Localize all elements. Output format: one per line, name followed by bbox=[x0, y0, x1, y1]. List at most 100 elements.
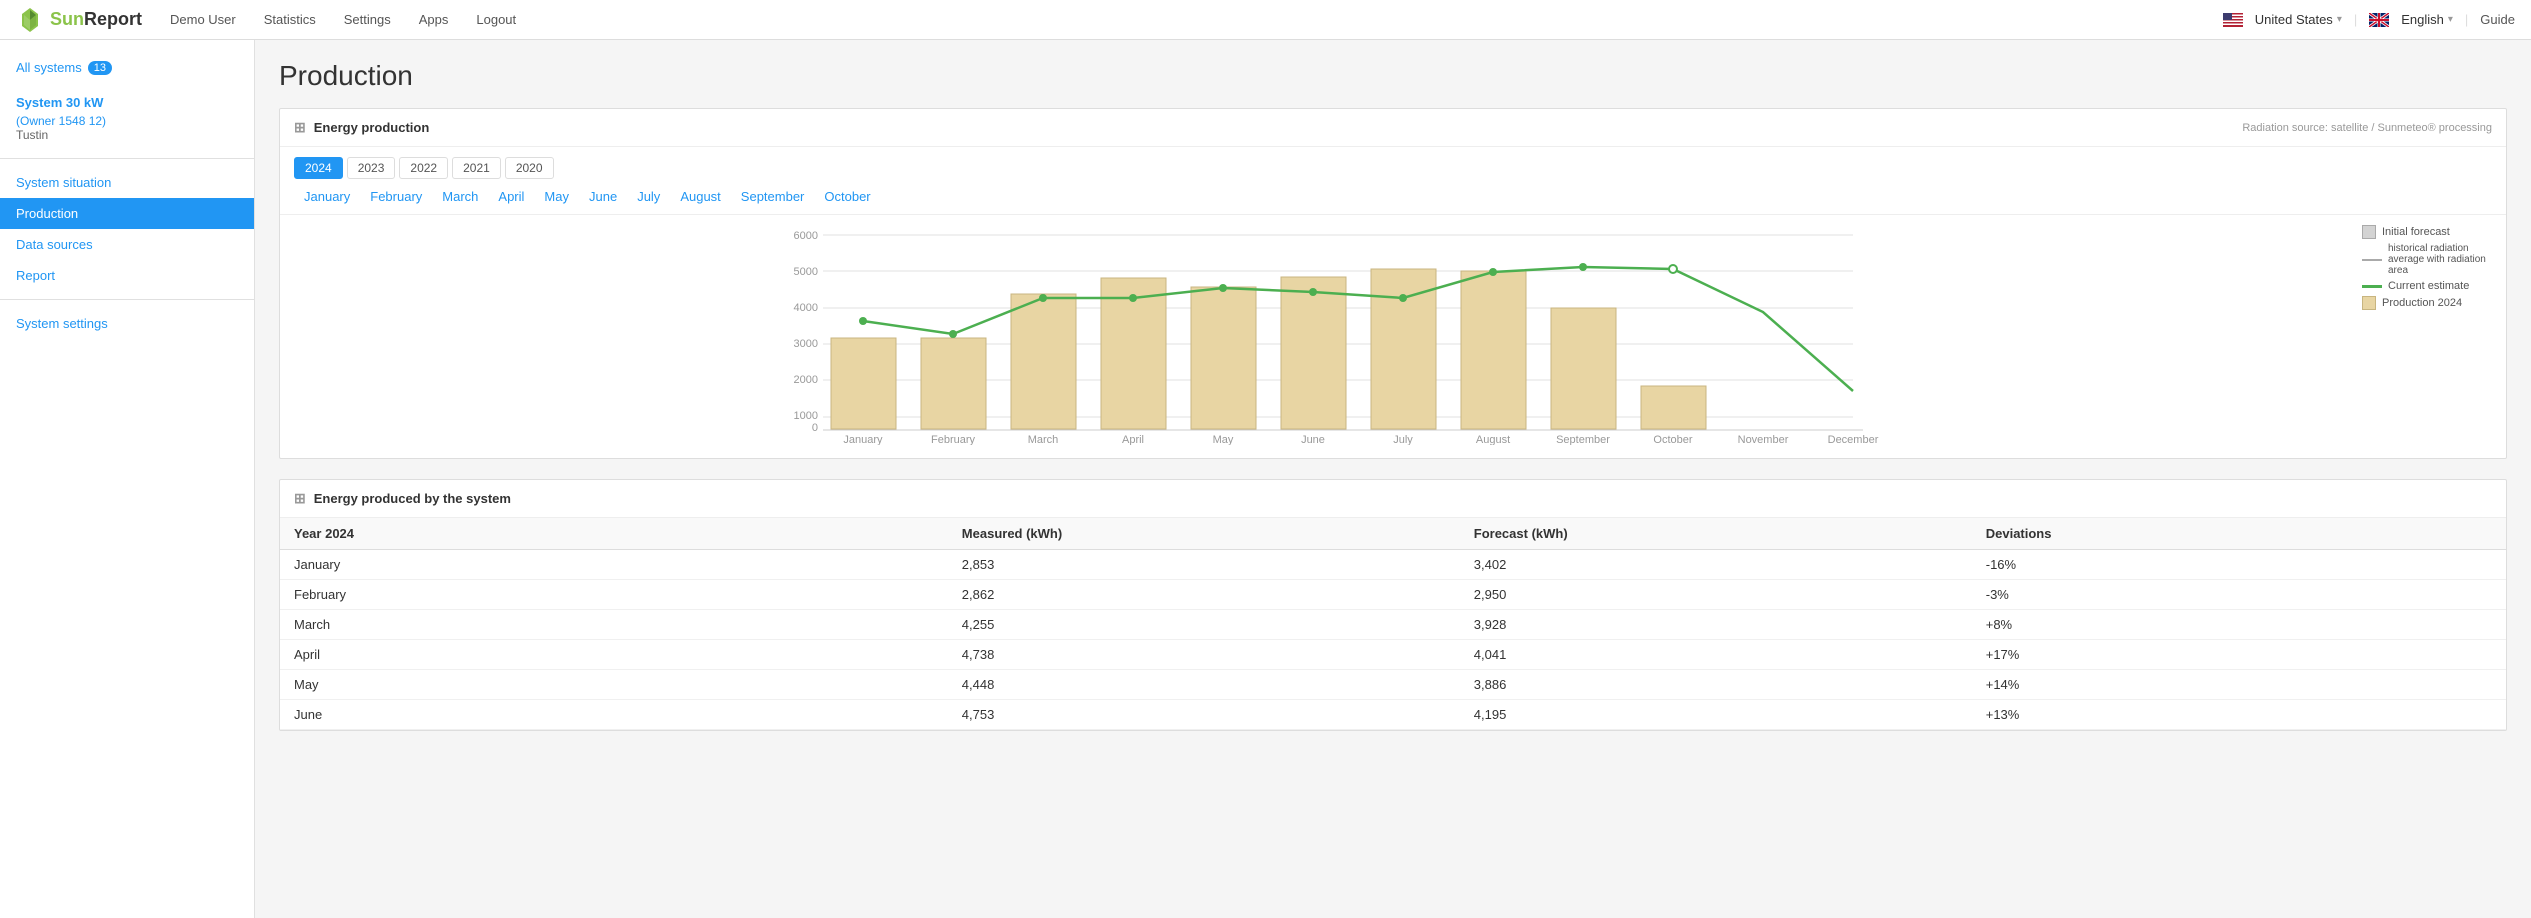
cell-deviation-4: +14% bbox=[1972, 670, 2506, 700]
country-selector[interactable]: United States ▾ bbox=[2255, 12, 2342, 27]
logo[interactable]: SunReport bbox=[16, 6, 142, 34]
page-layout: All systems 13 System 30 kW (Owner 1548 … bbox=[0, 40, 2531, 918]
language-label: English bbox=[2401, 12, 2444, 27]
sidebar-item-system-settings[interactable]: System settings bbox=[0, 308, 254, 339]
cell-measured-3: 4,738 bbox=[948, 640, 1460, 670]
language-selector[interactable]: English ▾ bbox=[2401, 12, 2453, 27]
legend-label-current: Current estimate bbox=[2388, 280, 2469, 292]
month-tab-may[interactable]: May bbox=[534, 187, 579, 206]
grid-icon-2: ⊞ bbox=[294, 490, 306, 507]
chart-container: 6000 5000 4000 3000 2000 1000 0 bbox=[294, 225, 2352, 448]
forecast-dot-apr bbox=[1129, 294, 1137, 302]
sidebar-item-system-situation[interactable]: System situation bbox=[0, 167, 254, 198]
year-tab-2021[interactable]: 2021 bbox=[452, 157, 501, 179]
th-year: Year 2024 bbox=[280, 518, 948, 550]
cell-month-5: June bbox=[280, 700, 948, 730]
energy-production-card: ⊞ Energy production Radiation source: sa… bbox=[279, 108, 2507, 459]
nav-right: United States ▾ | English ▾ | Guide bbox=[2223, 12, 2515, 27]
cell-month-0: January bbox=[280, 550, 948, 580]
grid-icon: ⊞ bbox=[294, 119, 306, 136]
uk-flag-icon bbox=[2369, 13, 2389, 27]
language-dropdown-arrow: ▾ bbox=[2448, 14, 2453, 25]
chart-legend: Initial forecast historical radiation av… bbox=[2352, 225, 2492, 448]
table-row: February 2,862 2,950 -3% bbox=[280, 580, 2506, 610]
cell-forecast-1: 2,950 bbox=[1460, 580, 1972, 610]
cell-forecast-3: 4,041 bbox=[1460, 640, 1972, 670]
logo-icon bbox=[16, 6, 44, 34]
svg-text:October: October bbox=[1653, 434, 1692, 445]
production-chart: 6000 5000 4000 3000 2000 1000 0 bbox=[294, 225, 2352, 445]
all-systems-link[interactable]: All systems 13 bbox=[0, 56, 254, 79]
legend-label-production: Production 2024 bbox=[2382, 297, 2462, 309]
all-systems-badge: 13 bbox=[88, 61, 112, 75]
svg-text:May: May bbox=[1213, 434, 1234, 445]
system-location: Tustin bbox=[0, 128, 254, 150]
logo-text: SunReport bbox=[50, 9, 142, 30]
month-tab-october[interactable]: October bbox=[814, 187, 880, 206]
month-tab-june[interactable]: June bbox=[579, 187, 627, 206]
cell-month-4: May bbox=[280, 670, 948, 700]
guide-link[interactable]: Guide bbox=[2480, 12, 2515, 27]
card-title-energy-production: Energy production bbox=[314, 120, 430, 135]
cell-forecast-0: 3,402 bbox=[1460, 550, 1972, 580]
country-dropdown-arrow: ▾ bbox=[2337, 14, 2342, 25]
month-tab-january[interactable]: January bbox=[294, 187, 360, 206]
sidebar-item-production[interactable]: Production bbox=[0, 198, 254, 229]
year-tab-2022[interactable]: 2022 bbox=[399, 157, 448, 179]
all-systems-label: All systems bbox=[16, 60, 82, 75]
card-header-energy-table: ⊞ Energy produced by the system bbox=[280, 480, 2506, 518]
month-tab-september[interactable]: September bbox=[731, 187, 815, 206]
top-navigation: SunReport Demo User Statistics Settings … bbox=[0, 0, 2531, 40]
cell-deviation-2: +8% bbox=[1972, 610, 2506, 640]
radiation-source: Radiation source: satellite / Sunmeteo® … bbox=[2242, 122, 2492, 134]
bar-july bbox=[1371, 269, 1436, 429]
cell-month-2: March bbox=[280, 610, 948, 640]
table-row: May 4,448 3,886 +14% bbox=[280, 670, 2506, 700]
legend-production-2024: Production 2024 bbox=[2362, 296, 2492, 310]
year-tab-2020[interactable]: 2020 bbox=[505, 157, 554, 179]
month-tab-february[interactable]: February bbox=[360, 187, 432, 206]
sunreport-flag-icon bbox=[2223, 13, 2243, 27]
svg-text:July: July bbox=[1393, 434, 1413, 445]
energy-table-card: ⊞ Energy produced by the system Year 202… bbox=[279, 479, 2507, 731]
country-label: United States bbox=[2255, 12, 2333, 27]
month-tab-april[interactable]: April bbox=[488, 187, 534, 206]
svg-text:April: April bbox=[1122, 434, 1144, 445]
nav-settings[interactable]: Settings bbox=[340, 12, 395, 27]
system-name[interactable]: System 30 kW bbox=[0, 91, 254, 114]
nav-logout[interactable]: Logout bbox=[472, 12, 520, 27]
sidebar-item-report[interactable]: Report bbox=[0, 260, 254, 291]
legend-initial-forecast: Initial forecast bbox=[2362, 225, 2492, 239]
svg-text:0: 0 bbox=[812, 422, 818, 434]
nav-apps[interactable]: Apps bbox=[415, 12, 453, 27]
system-owner[interactable]: (Owner 1548 12) bbox=[0, 114, 254, 128]
table-row: January 2,853 3,402 -16% bbox=[280, 550, 2506, 580]
table-body: January 2,853 3,402 -16% February 2,862 … bbox=[280, 550, 2506, 730]
month-tab-march[interactable]: March bbox=[432, 187, 488, 206]
nav-statistics[interactable]: Statistics bbox=[260, 12, 320, 27]
table-section: Year 2024 Measured (kWh) Forecast (kWh) … bbox=[280, 518, 2506, 730]
month-tab-july[interactable]: July bbox=[627, 187, 670, 206]
legend-label-initial: Initial forecast bbox=[2382, 226, 2450, 238]
th-deviations: Deviations bbox=[1972, 518, 2506, 550]
cell-measured-1: 2,862 bbox=[948, 580, 1460, 610]
card-header-table-left: ⊞ Energy produced by the system bbox=[294, 490, 511, 507]
cell-measured-5: 4,753 bbox=[948, 700, 1460, 730]
svg-text:September: September bbox=[1556, 434, 1610, 445]
cell-measured-0: 2,853 bbox=[948, 550, 1460, 580]
forecast-dot-may bbox=[1219, 284, 1227, 292]
year-tab-2024[interactable]: 2024 bbox=[294, 157, 343, 179]
legend-current-estimate: Current estimate bbox=[2362, 280, 2492, 292]
th-forecast: Forecast (kWh) bbox=[1460, 518, 1972, 550]
month-tab-august[interactable]: August bbox=[670, 187, 730, 206]
nav-demo-user[interactable]: Demo User bbox=[166, 12, 240, 27]
chart-area: 6000 5000 4000 3000 2000 1000 0 bbox=[280, 215, 2506, 458]
legend-label-historical: historical radiation average with radiat… bbox=[2388, 243, 2492, 276]
main-content: Production ⊞ Energy production Radiation… bbox=[255, 40, 2531, 918]
year-tabs: 2024 2023 2022 2021 2020 bbox=[280, 147, 2506, 179]
bar-january bbox=[831, 338, 896, 429]
sidebar-item-data-sources[interactable]: Data sources bbox=[0, 229, 254, 260]
year-tab-2023[interactable]: 2023 bbox=[347, 157, 396, 179]
table-row: April 4,738 4,041 +17% bbox=[280, 640, 2506, 670]
bar-february bbox=[921, 338, 986, 429]
